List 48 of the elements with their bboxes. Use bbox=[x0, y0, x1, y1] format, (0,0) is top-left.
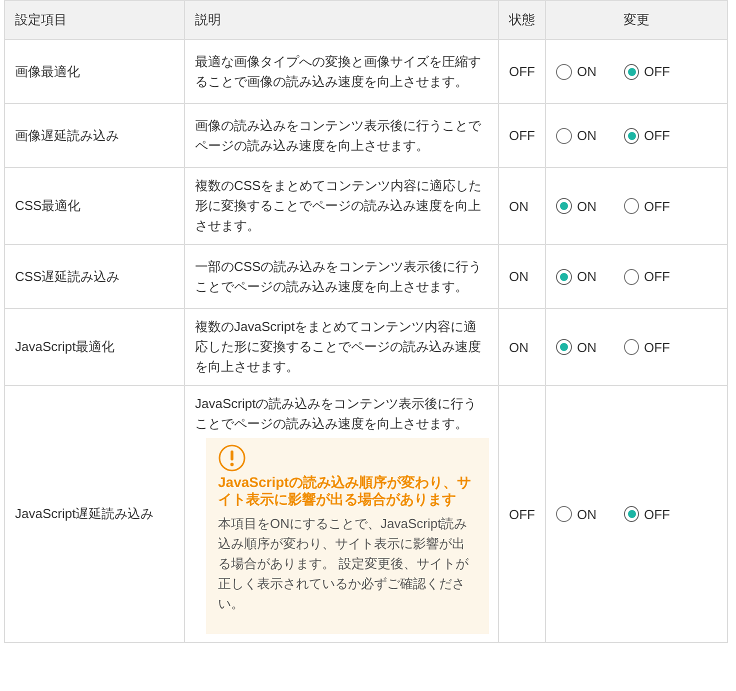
column-header: 説明 bbox=[184, 0, 498, 40]
status-value: ON bbox=[498, 308, 546, 386]
radio-label: OFF bbox=[644, 128, 670, 143]
description-text: 一部のCSSの読み込みをコンテンツ表示後に行うことでページの読み込み速度を向上させます。 bbox=[195, 258, 483, 296]
setting-name: JavaScript最適化 bbox=[4, 308, 184, 386]
radio-option[interactable]: ON bbox=[556, 198, 602, 214]
setting-name: 画像遅延読み込み bbox=[4, 104, 184, 168]
radio-label: OFF bbox=[644, 64, 670, 79]
radio-option[interactable]: ON bbox=[556, 506, 602, 522]
radio-label: ON bbox=[577, 269, 596, 284]
radio-label: OFF bbox=[644, 506, 670, 522]
status-value: OFF bbox=[498, 40, 546, 104]
radio-label: ON bbox=[577, 64, 596, 79]
radio-option[interactable]: OFF bbox=[624, 506, 670, 522]
setting-name: JavaScript遅延読み込み bbox=[4, 386, 184, 642]
description-text: JavaScriptの読み込みをコンテンツ表示後に行うことでページの読み込み速度を向上させます。 bbox=[195, 395, 478, 433]
description-text: 最適な画像タイプへの変換と画像サイズを圧縮することで画像の読み込み速度を向上させます。 bbox=[195, 52, 482, 90]
radio-option[interactable]: ON bbox=[556, 339, 602, 355]
radio-label: ON bbox=[577, 340, 596, 354]
description-text: 複数のCSSをまとめてコンテンツ内容に適応した形に変換することでページの読み込み速度を向上させます。 bbox=[195, 177, 483, 235]
warning-title: JavaScriptの読み込み順序が変わり、サイト表示に影響が出る場合があります bbox=[218, 474, 472, 508]
column-header: 状態 bbox=[498, 0, 546, 40]
status-value: ON bbox=[498, 244, 546, 308]
status-value: OFF bbox=[498, 104, 546, 168]
setting-name: 画像最適化 bbox=[4, 40, 184, 104]
column-header: 設定項目 bbox=[4, 0, 184, 40]
radio-label: ON bbox=[577, 128, 596, 143]
radio-label: OFF bbox=[644, 198, 670, 214]
radio-label: OFF bbox=[644, 269, 670, 284]
status-value: OFF bbox=[498, 386, 546, 642]
radio-option[interactable]: ON bbox=[556, 64, 602, 80]
radio-option[interactable]: OFF bbox=[624, 198, 670, 214]
setting-name: CSS遅延読み込み bbox=[4, 244, 184, 308]
radio-option[interactable]: OFF bbox=[624, 128, 670, 144]
radio-option[interactable]: OFF bbox=[624, 339, 670, 355]
setting-name: CSS最適化 bbox=[4, 168, 184, 244]
radio-option[interactable]: ON bbox=[556, 128, 602, 144]
radio-label: OFF bbox=[644, 340, 670, 354]
description-text: 画像の読み込みをコンテンツ表示後に行うことでページの読み込み速度を向上させます。 bbox=[195, 116, 482, 154]
radio-label: ON bbox=[577, 198, 596, 214]
radio-label: ON bbox=[577, 506, 596, 522]
description-text: 複数のJavaScriptをまとめてコンテンツ内容に適応した形に変換することでページの読み込み速度を向上させます。 bbox=[195, 318, 482, 376]
warning-text: 本項目をONにすることで、JavaScript読み込み順序が変わり、サイト表示に影響が出る場合があります。 設定変更後、サイトが正しく表示されているか必ずご確認ください。 bbox=[218, 515, 470, 613]
status-value: ON bbox=[498, 168, 546, 244]
radio-option[interactable]: OFF bbox=[624, 64, 670, 80]
radio-option[interactable]: OFF bbox=[624, 268, 670, 284]
column-header: 変更 bbox=[546, 0, 728, 40]
radio-option[interactable]: ON bbox=[556, 268, 602, 284]
